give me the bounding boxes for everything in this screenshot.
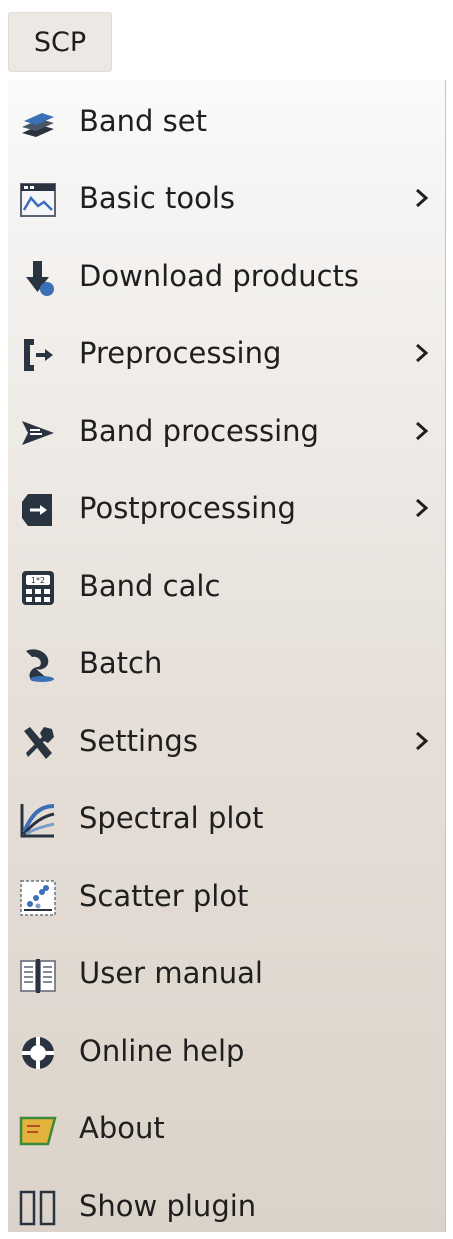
menu-item-download-products[interactable]: Download products (8, 243, 438, 309)
chevron-right-icon (414, 342, 430, 364)
about-icon (18, 1110, 58, 1150)
menu-item-label: Postprocessing (79, 491, 296, 525)
menu-item-label: Download products (79, 259, 360, 293)
menu-item-spectral-plot[interactable]: Spectral plot (8, 785, 438, 851)
basic-tools-icon (18, 180, 58, 220)
menu-item-label: Scatter plot (79, 879, 249, 913)
postprocessing-icon (18, 490, 58, 530)
online-help-icon (18, 1033, 58, 1073)
menu-item-label: Settings (79, 724, 198, 758)
menu-item-batch[interactable]: Batch (8, 630, 438, 696)
svg-text:1*2: 1*2 (31, 576, 45, 585)
download-products-icon (18, 258, 58, 298)
scp-menu-button[interactable]: SCP (8, 12, 112, 72)
spectral-plot-icon (18, 800, 58, 840)
menu-item-label: Batch (79, 646, 163, 680)
menu-item-label: User manual (79, 956, 263, 990)
menu-item-user-manual[interactable]: User manual (8, 940, 438, 1006)
preprocessing-icon (18, 335, 58, 375)
menu-item-scatter-plot[interactable]: Scatter plot (8, 863, 438, 929)
menu-item-preprocessing[interactable]: Preprocessing (8, 320, 438, 386)
chevron-right-icon (414, 730, 430, 752)
menu-item-postprocessing[interactable]: Postprocessing (8, 475, 438, 541)
band-set-icon (18, 103, 58, 143)
menubar: SCP (0, 0, 453, 80)
menu-item-about[interactable]: About (8, 1095, 438, 1161)
menu-item-label: Band processing (79, 414, 319, 448)
user-manual-icon (18, 955, 58, 995)
menu-item-band-processing[interactable]: Band processing (8, 398, 438, 464)
show-plugin-icon (18, 1188, 58, 1228)
menu-item-label: Basic tools (79, 181, 236, 215)
menu-item-label: Online help (79, 1034, 245, 1068)
batch-icon (18, 645, 58, 685)
menu-item-band-set[interactable]: Band set (8, 88, 438, 154)
menu-item-settings[interactable]: Settings (8, 708, 438, 774)
menu-item-label: Spectral plot (79, 801, 264, 835)
settings-icon (18, 723, 58, 763)
menu-item-basic-tools[interactable]: Basic tools (8, 165, 438, 231)
chevron-right-icon (414, 187, 430, 209)
menu-item-show-plugin[interactable]: Show plugin (8, 1173, 438, 1239)
menu-item-online-help[interactable]: Online help (8, 1018, 438, 1084)
chevron-right-icon (414, 420, 430, 442)
menu-item-label: Show plugin (79, 1189, 257, 1223)
menu-item-label: Preprocessing (79, 336, 282, 370)
scp-dropdown-menu: Band set Basic tools Download products P… (8, 80, 446, 1232)
menu-item-band-calc[interactable]: 1*2 Band calc (8, 553, 438, 619)
band-processing-icon (18, 413, 58, 453)
scatter-plot-icon (18, 878, 58, 918)
chevron-right-icon (414, 497, 430, 519)
menu-item-label: Band set (79, 104, 207, 138)
band-calc-icon: 1*2 (18, 568, 58, 608)
menu-item-label: About (79, 1111, 165, 1145)
menu-item-label: Band calc (79, 569, 221, 603)
